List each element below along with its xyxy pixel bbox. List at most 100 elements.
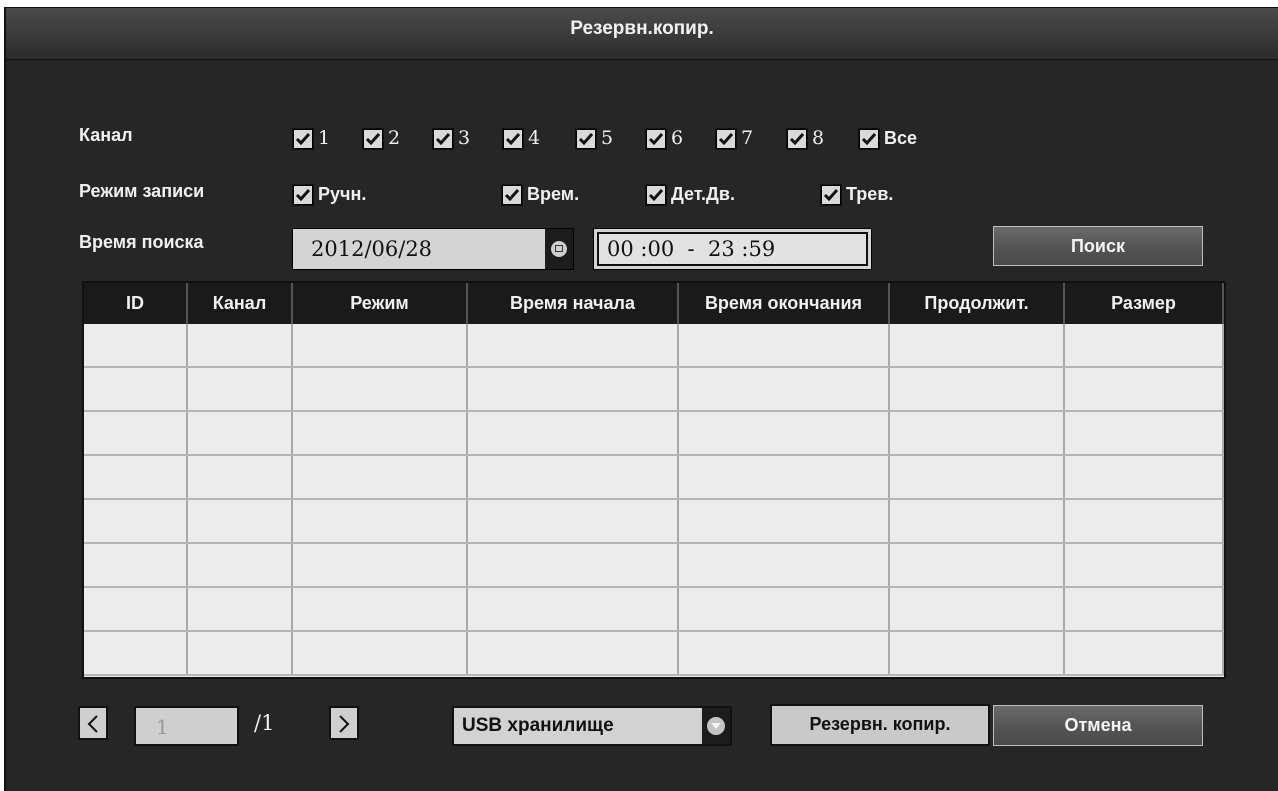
table-cell bbox=[187, 324, 293, 368]
column-header[interactable]: Режим bbox=[292, 283, 468, 324]
mode-checkbox-label: Ручн. bbox=[318, 184, 367, 204]
table-header: ID Канал Режим Время начала Время окончания П… bbox=[84, 283, 1224, 324]
column-header[interactable]: ID bbox=[84, 283, 188, 324]
table-cell bbox=[292, 543, 468, 588]
next-page-button[interactable] bbox=[329, 706, 359, 740]
backup-dialog: Резервн.копир. Канал 1 2 3 4 5 6 7 8 Все Режим з… bbox=[4, 7, 1278, 791]
table-cell bbox=[889, 455, 1065, 500]
table-cell bbox=[467, 631, 679, 676]
table-row[interactable] bbox=[84, 455, 1224, 500]
channel-checkbox-3[interactable] bbox=[433, 129, 453, 149]
table-cell bbox=[1064, 367, 1224, 412]
table-cell bbox=[292, 324, 468, 368]
mode-checkbox-label: Трев. bbox=[846, 184, 894, 204]
page-number-input[interactable]: 1 bbox=[134, 706, 239, 746]
table-cell bbox=[187, 455, 293, 500]
table-cell bbox=[889, 543, 1065, 588]
table-cell bbox=[1064, 499, 1224, 544]
calendar-icon bbox=[551, 241, 567, 257]
table-cell bbox=[678, 411, 890, 456]
channel-checkbox-8[interactable] bbox=[787, 129, 807, 149]
channel-checkbox-7[interactable] bbox=[716, 129, 736, 149]
table-cell bbox=[187, 499, 293, 544]
time-range-field[interactable]: 00 :00 - 23 :59 bbox=[593, 228, 872, 270]
table-cell bbox=[678, 455, 890, 500]
channel-checkbox-4[interactable] bbox=[503, 129, 523, 149]
channel-checkbox-label: 5 bbox=[601, 127, 614, 149]
calendar-button[interactable] bbox=[545, 229, 573, 269]
table-cell bbox=[1064, 587, 1224, 632]
search-time-label: Время поиска bbox=[79, 232, 204, 252]
table-row[interactable] bbox=[84, 411, 1224, 456]
title-bar: Резервн.копир. bbox=[6, 8, 1278, 60]
mode-checkbox-2[interactable] bbox=[502, 185, 522, 205]
column-header[interactable]: Продолжит. bbox=[889, 283, 1065, 324]
storage-select[interactable]: USB хранилище bbox=[452, 706, 732, 746]
table-row[interactable] bbox=[84, 631, 1224, 676]
channel-checkbox-1[interactable] bbox=[293, 129, 313, 149]
table-cell bbox=[292, 411, 468, 456]
table-cell bbox=[292, 455, 468, 500]
column-header[interactable]: Размер bbox=[1064, 283, 1224, 324]
table-row[interactable] bbox=[84, 324, 1224, 368]
column-header[interactable]: Время окончания bbox=[678, 283, 890, 324]
mode-checkbox-3[interactable] bbox=[646, 185, 666, 205]
checkmark-icon bbox=[295, 189, 311, 202]
table-cell bbox=[889, 411, 1065, 456]
table-cell bbox=[84, 587, 188, 632]
channel-checkbox-6[interactable] bbox=[646, 129, 666, 149]
table-row[interactable] bbox=[84, 499, 1224, 544]
dialog-title: Резервн.копир. bbox=[570, 18, 714, 39]
channel-checkbox-2[interactable] bbox=[363, 129, 383, 149]
time-range-value: 00 :00 - 23 :59 bbox=[607, 237, 776, 261]
cancel-button[interactable]: Отмена bbox=[993, 705, 1203, 746]
backup-button[interactable]: Резервн. копир. bbox=[770, 704, 990, 746]
table-cell bbox=[467, 324, 679, 368]
table-row[interactable] bbox=[84, 543, 1224, 588]
table-row[interactable] bbox=[84, 367, 1224, 412]
table-cell bbox=[292, 367, 468, 412]
page-total: /1 bbox=[254, 711, 275, 735]
channel-checkbox-9[interactable] bbox=[859, 129, 879, 149]
channel-checkbox-label: 6 bbox=[671, 127, 684, 149]
table-cell bbox=[1064, 324, 1224, 368]
channel-checkbox-label: 1 bbox=[318, 127, 331, 149]
date-value: 2012/06/28 bbox=[311, 237, 433, 261]
checkmark-icon bbox=[295, 133, 311, 146]
table-cell bbox=[678, 631, 890, 676]
mode-checkbox-4[interactable] bbox=[821, 185, 841, 205]
table-cell bbox=[467, 367, 679, 412]
table-cell bbox=[467, 411, 679, 456]
table-cell bbox=[187, 411, 293, 456]
table-cell bbox=[84, 543, 188, 588]
chevron-left-icon bbox=[87, 715, 98, 733]
table-cell bbox=[187, 543, 293, 588]
storage-value: USB хранилище bbox=[462, 715, 614, 736]
channel-checkbox-label: 8 bbox=[812, 127, 825, 149]
checkmark-icon bbox=[648, 133, 664, 146]
checkmark-icon bbox=[505, 133, 521, 146]
checkmark-icon bbox=[578, 133, 594, 146]
channel-checkbox-5[interactable] bbox=[576, 129, 596, 149]
checkmark-icon bbox=[861, 133, 877, 146]
channel-checkbox-label: 2 bbox=[388, 127, 401, 149]
date-field[interactable]: 2012/06/28 bbox=[292, 228, 574, 270]
prev-page-button[interactable] bbox=[78, 706, 108, 740]
search-button[interactable]: Поиск bbox=[993, 226, 1203, 266]
table-cell bbox=[1064, 411, 1224, 456]
table-cell bbox=[187, 367, 293, 412]
column-header[interactable]: Канал bbox=[187, 283, 293, 324]
table-cell bbox=[889, 324, 1065, 368]
channel-checkbox-label: 3 bbox=[458, 127, 471, 149]
chevron-right-icon bbox=[339, 715, 350, 733]
mode-checkbox-1[interactable] bbox=[293, 185, 313, 205]
table-row[interactable] bbox=[84, 587, 1224, 632]
checkmark-icon bbox=[823, 189, 839, 202]
table-cell bbox=[467, 455, 679, 500]
table-cell bbox=[84, 324, 188, 368]
checkmark-icon bbox=[365, 133, 381, 146]
checkmark-icon bbox=[789, 133, 805, 146]
storage-dropdown-button[interactable] bbox=[702, 708, 730, 744]
table-cell bbox=[84, 631, 188, 676]
column-header[interactable]: Время начала bbox=[467, 283, 679, 324]
